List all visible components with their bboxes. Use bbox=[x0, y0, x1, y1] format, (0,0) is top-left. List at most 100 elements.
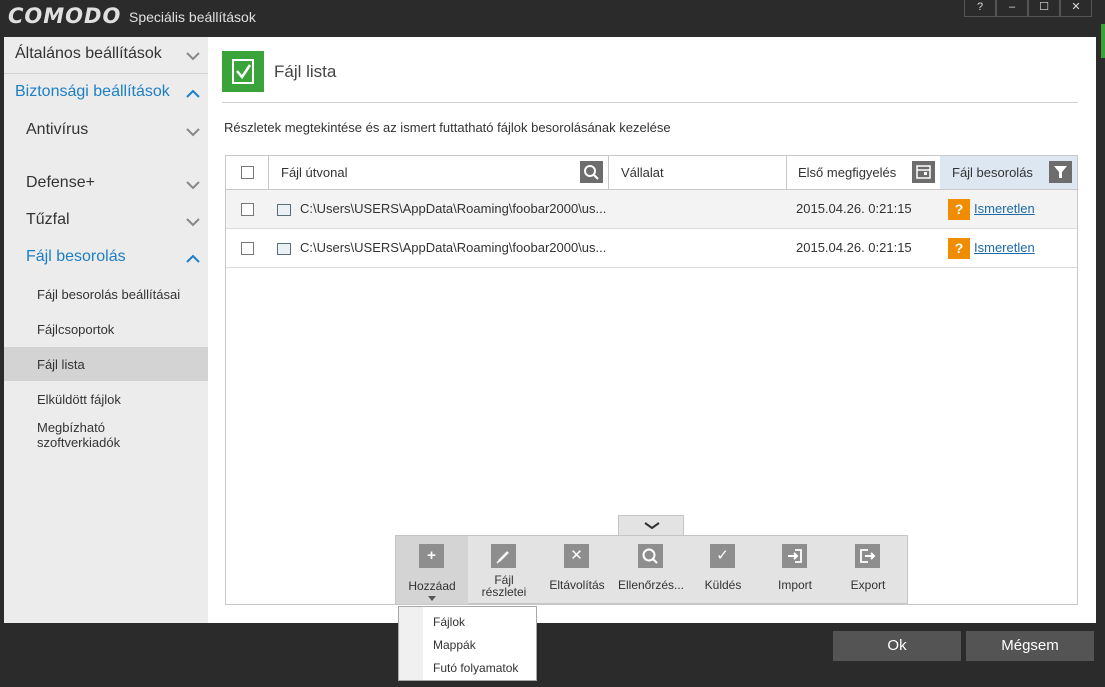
file-check-icon bbox=[222, 51, 264, 92]
column-separator bbox=[786, 156, 787, 189]
sidebar: Általános beállítások Biztonsági beállít… bbox=[4, 37, 208, 623]
cell-company bbox=[621, 190, 781, 228]
row-checkbox[interactable] bbox=[241, 242, 254, 255]
column-header-company[interactable]: Vállalat bbox=[621, 156, 664, 189]
remove-icon: ✕ bbox=[564, 544, 589, 568]
cell-path: C:\Users\USERS\AppData\Roaming\foobar200… bbox=[300, 240, 607, 255]
ok-button[interactable]: Ok bbox=[833, 631, 961, 661]
window-edge-accent bbox=[1101, 24, 1105, 58]
column-separator bbox=[268, 156, 269, 189]
sidebar-item-submitted-files[interactable]: Elküldött fájlok bbox=[4, 392, 208, 410]
add-button[interactable]: + Hozzáad bbox=[396, 536, 468, 604]
pencil-icon bbox=[491, 544, 516, 568]
sidebar-item-firewall[interactable]: Tűzfal bbox=[4, 211, 208, 235]
chevron-down-icon bbox=[186, 181, 200, 190]
menu-icon-strip bbox=[399, 607, 423, 680]
sidebar-item-security[interactable]: Biztonsági beállítások bbox=[4, 83, 208, 107]
page-title: Fájl lista bbox=[274, 62, 337, 81]
unknown-rating-icon: ? bbox=[948, 199, 970, 220]
sidebar-item-label-line2: szoftverkiadók bbox=[37, 435, 121, 450]
column-header-first-seen[interactable]: Első megfigyelés bbox=[798, 156, 896, 189]
executable-file-icon bbox=[277, 243, 291, 255]
sidebar-item-trusted-vendors[interactable]: Megbízható szoftverkiadók bbox=[4, 420, 208, 452]
chevron-down-icon bbox=[186, 128, 200, 137]
sidebar-item-label: Fájl lista bbox=[37, 357, 85, 372]
remove-button[interactable]: ✕ Eltávolítás bbox=[541, 536, 613, 604]
check-button[interactable]: Ellenőrzés... bbox=[615, 536, 687, 604]
divider bbox=[222, 102, 1078, 103]
plus-icon: + bbox=[419, 544, 444, 568]
sidebar-item-defense[interactable]: Defense+ bbox=[4, 174, 208, 198]
column-separator bbox=[608, 156, 609, 189]
table-row[interactable]: C:\Users\USERS\AppData\Roaming\foobar200… bbox=[226, 229, 1077, 268]
sidebar-item-file-list[interactable]: Fájl lista bbox=[4, 357, 208, 375]
sidebar-item-label: Fájl besorolás beállításai bbox=[37, 287, 181, 302]
export-button[interactable]: Export bbox=[832, 536, 904, 604]
column-header-path[interactable]: Fájl útvonal bbox=[281, 156, 347, 189]
title-bar: COMODO Speciális beállítások ? – ☐ ✕ bbox=[0, 0, 1105, 37]
maximize-button[interactable]: ☐ bbox=[1028, 0, 1060, 17]
comodo-logo: COMODO bbox=[8, 4, 122, 28]
sidebar-item-label: Antivírus bbox=[26, 121, 89, 138]
file-details-button[interactable]: Fájl részletei bbox=[468, 536, 540, 604]
file-details-label-line2: részletei bbox=[481, 585, 527, 599]
sidebar-item-label: Fájl besorolás bbox=[26, 248, 126, 265]
sidebar-item-general[interactable]: Általános beállítások bbox=[4, 45, 208, 69]
chevron-up-icon bbox=[186, 89, 200, 98]
submit-button[interactable]: ✓ Küldés bbox=[687, 536, 759, 604]
submit-button-label: Küldés bbox=[704, 578, 742, 592]
cell-first-seen: 2015.04.26. 0:21:15 bbox=[796, 240, 912, 255]
rating-link[interactable]: Ismeretlen bbox=[974, 190, 1035, 228]
help-button[interactable]: ? bbox=[964, 0, 996, 17]
sidebar-item-label: Defense+ bbox=[26, 174, 95, 191]
add-button-label: Hozzáad bbox=[408, 579, 456, 593]
sidebar-item-file-groups[interactable]: Fájlcsoportok bbox=[4, 322, 208, 340]
column-header-rating[interactable]: Fájl besorolás bbox=[952, 156, 1033, 189]
menu-item-folders[interactable]: Mappák bbox=[433, 638, 476, 652]
unknown-rating-icon: ? bbox=[948, 238, 970, 259]
chevron-down-icon bbox=[644, 522, 660, 530]
cell-company bbox=[621, 229, 781, 267]
menu-item-running-processes[interactable]: Futó folyamatok bbox=[433, 661, 518, 675]
import-icon bbox=[782, 544, 807, 568]
chevron-up-icon bbox=[186, 254, 200, 263]
executable-file-icon bbox=[277, 204, 291, 216]
filter-icon[interactable] bbox=[1049, 161, 1072, 183]
sidebar-item-label: Tűzfal bbox=[26, 211, 70, 228]
close-button[interactable]: ✕ bbox=[1060, 0, 1092, 17]
sidebar-item-antivirus[interactable]: Antivírus bbox=[4, 121, 208, 145]
minimize-button[interactable]: – bbox=[996, 0, 1028, 17]
sidebar-item-label: Fájlcsoportok bbox=[37, 322, 115, 337]
sidebar-item-label: Elküldött fájlok bbox=[37, 392, 121, 407]
sidebar-item-label: Megbízható bbox=[37, 420, 105, 435]
dropdown-arrow-icon bbox=[428, 596, 436, 601]
divider bbox=[4, 73, 208, 74]
cell-path: C:\Users\USERS\AppData\Roaming\foobar200… bbox=[300, 201, 607, 216]
sidebar-item-label: Általános beállítások bbox=[15, 45, 162, 62]
export-icon bbox=[855, 544, 880, 568]
check-button-label: Ellenőrzés... bbox=[617, 578, 685, 592]
cancel-button[interactable]: Mégsem bbox=[966, 631, 1094, 661]
sidebar-item-rating-settings[interactable]: Fájl besorolás beállításai bbox=[4, 287, 208, 305]
cell-first-seen: 2015.04.26. 0:21:15 bbox=[796, 201, 912, 216]
search-icon[interactable] bbox=[580, 161, 603, 183]
chevron-down-icon bbox=[186, 218, 200, 227]
window-title: Speciális beállítások bbox=[129, 9, 256, 25]
toolbar-collapse-tab[interactable] bbox=[618, 515, 684, 535]
search-icon bbox=[638, 544, 663, 568]
sidebar-item-label: Biztonsági beállítások bbox=[15, 83, 170, 100]
calendar-icon[interactable] bbox=[912, 161, 935, 183]
page-description: Részletek megtekintése és az ismert futt… bbox=[224, 120, 671, 135]
remove-button-label: Eltávolítás bbox=[549, 578, 605, 592]
checkmark-icon: ✓ bbox=[710, 544, 735, 568]
import-button[interactable]: Import bbox=[759, 536, 831, 604]
menu-item-files[interactable]: Fájlok bbox=[433, 615, 465, 629]
rating-link[interactable]: Ismeretlen bbox=[974, 229, 1035, 267]
chevron-down-icon bbox=[186, 52, 200, 61]
table-header: Fájl útvonal Vállalat Első megfigyelés F… bbox=[226, 156, 1077, 190]
sidebar-item-file-rating[interactable]: Fájl besorolás bbox=[4, 248, 208, 272]
select-all-checkbox[interactable] bbox=[241, 166, 254, 179]
row-checkbox[interactable] bbox=[241, 203, 254, 216]
import-button-label: Import bbox=[777, 578, 812, 592]
table-row[interactable]: C:\Users\USERS\AppData\Roaming\foobar200… bbox=[226, 190, 1077, 229]
